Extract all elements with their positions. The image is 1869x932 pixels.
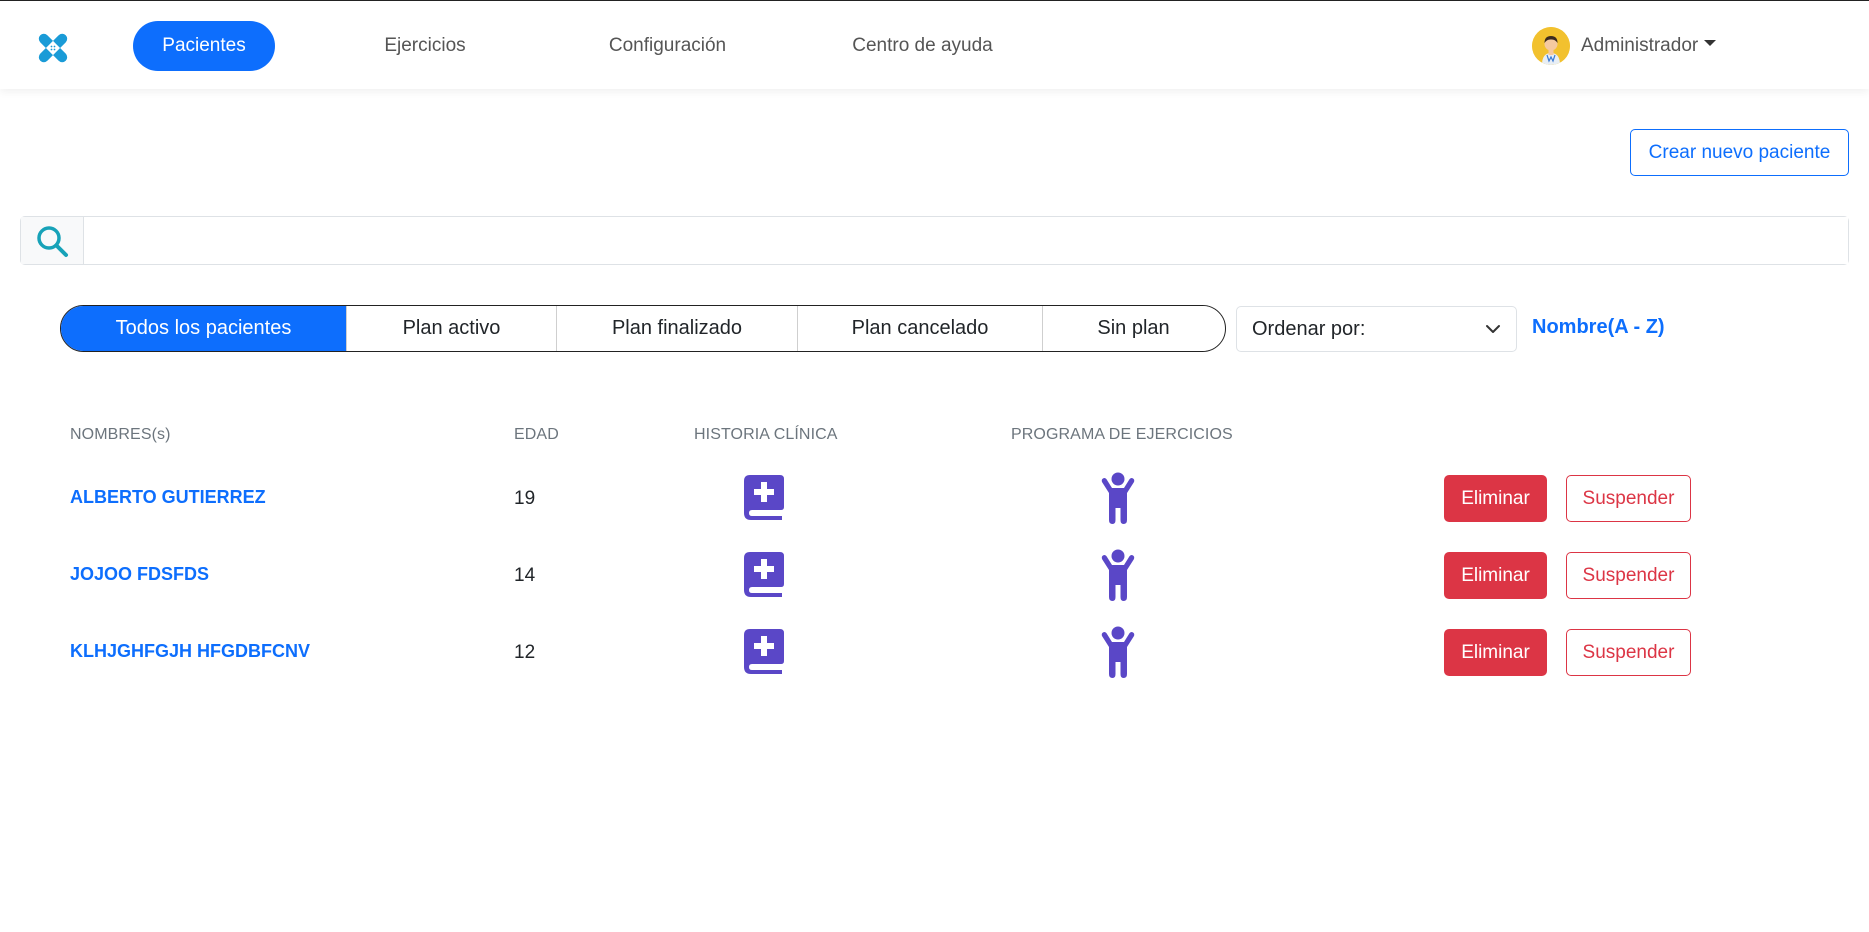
patient-age: 14 <box>514 565 536 586</box>
search-icon[interactable] <box>21 217 84 264</box>
header-name: NOMBRES(s) <box>70 426 171 443</box>
user-name: Administrador <box>1581 35 1699 56</box>
header-program: PROGRAMA DE EJERCICIOS <box>1011 426 1233 443</box>
medical-book-icon[interactable] <box>744 629 784 679</box>
suspend-button[interactable]: Suspender <box>1566 629 1691 676</box>
search-bar <box>20 216 1849 265</box>
delete-button[interactable]: Eliminar <box>1444 552 1547 599</box>
doctor-avatar-icon <box>1532 27 1570 65</box>
user-menu[interactable]: Administrador <box>1532 26 1717 66</box>
filter-sin-plan[interactable]: Sin plan <box>1043 306 1224 351</box>
delete-button[interactable]: Eliminar <box>1444 475 1547 522</box>
app-logo-icon[interactable] <box>34 29 72 67</box>
filter-todos-los-pacientes[interactable]: Todos los pacientes <box>61 306 347 351</box>
patient-age: 19 <box>514 488 536 509</box>
delete-button[interactable]: Eliminar <box>1444 629 1547 676</box>
exercise-person-icon[interactable] <box>1099 472 1137 529</box>
exercise-person-icon[interactable] <box>1099 626 1137 683</box>
nav-pacientes[interactable]: Pacientes <box>133 21 275 71</box>
sort-label: Ordenar por: <box>1252 317 1366 340</box>
sort-value[interactable]: Nombre(A - Z) <box>1532 316 1665 339</box>
suspend-button[interactable]: Suspender <box>1566 552 1691 599</box>
patient-name-link[interactable]: ALBERTO GUTIERREZ <box>70 487 266 508</box>
medical-book-icon[interactable] <box>744 475 784 525</box>
search-input[interactable] <box>84 217 1848 264</box>
nav-centro-de-ayuda[interactable]: Centro de ayuda <box>835 21 1010 71</box>
exercise-person-icon[interactable] <box>1099 549 1137 606</box>
nav-ejercicios[interactable]: Ejercicios <box>360 21 490 71</box>
sort-select[interactable]: Ordenar por: <box>1236 306 1517 352</box>
nav-configuracion[interactable]: Configuración <box>590 21 745 71</box>
chevron-down-icon <box>1485 318 1501 341</box>
medical-book-icon[interactable] <box>744 552 784 602</box>
patient-name-link[interactable]: KLHJGHFGJH HFGDBFCNV <box>70 641 310 662</box>
header-history: HISTORIA CLÍNICA <box>694 426 838 443</box>
filter-plan-activo[interactable]: Plan activo <box>347 306 557 351</box>
patient-filter-group: Todos los pacientes Plan activo Plan fin… <box>60 305 1226 352</box>
patient-name-link[interactable]: JOJOO FDSFDS <box>70 564 209 585</box>
suspend-button[interactable]: Suspender <box>1566 475 1691 522</box>
filter-plan-cancelado[interactable]: Plan cancelado <box>798 306 1043 351</box>
header-age: EDAD <box>514 426 559 443</box>
top-navbar: Pacientes Ejercicios Configuración Centr… <box>0 0 1869 89</box>
create-patient-button[interactable]: Crear nuevo paciente <box>1630 129 1849 176</box>
filter-plan-finalizado[interactable]: Plan finalizado <box>557 306 798 351</box>
caret-down-icon <box>1704 40 1717 46</box>
patient-age: 12 <box>514 642 536 663</box>
